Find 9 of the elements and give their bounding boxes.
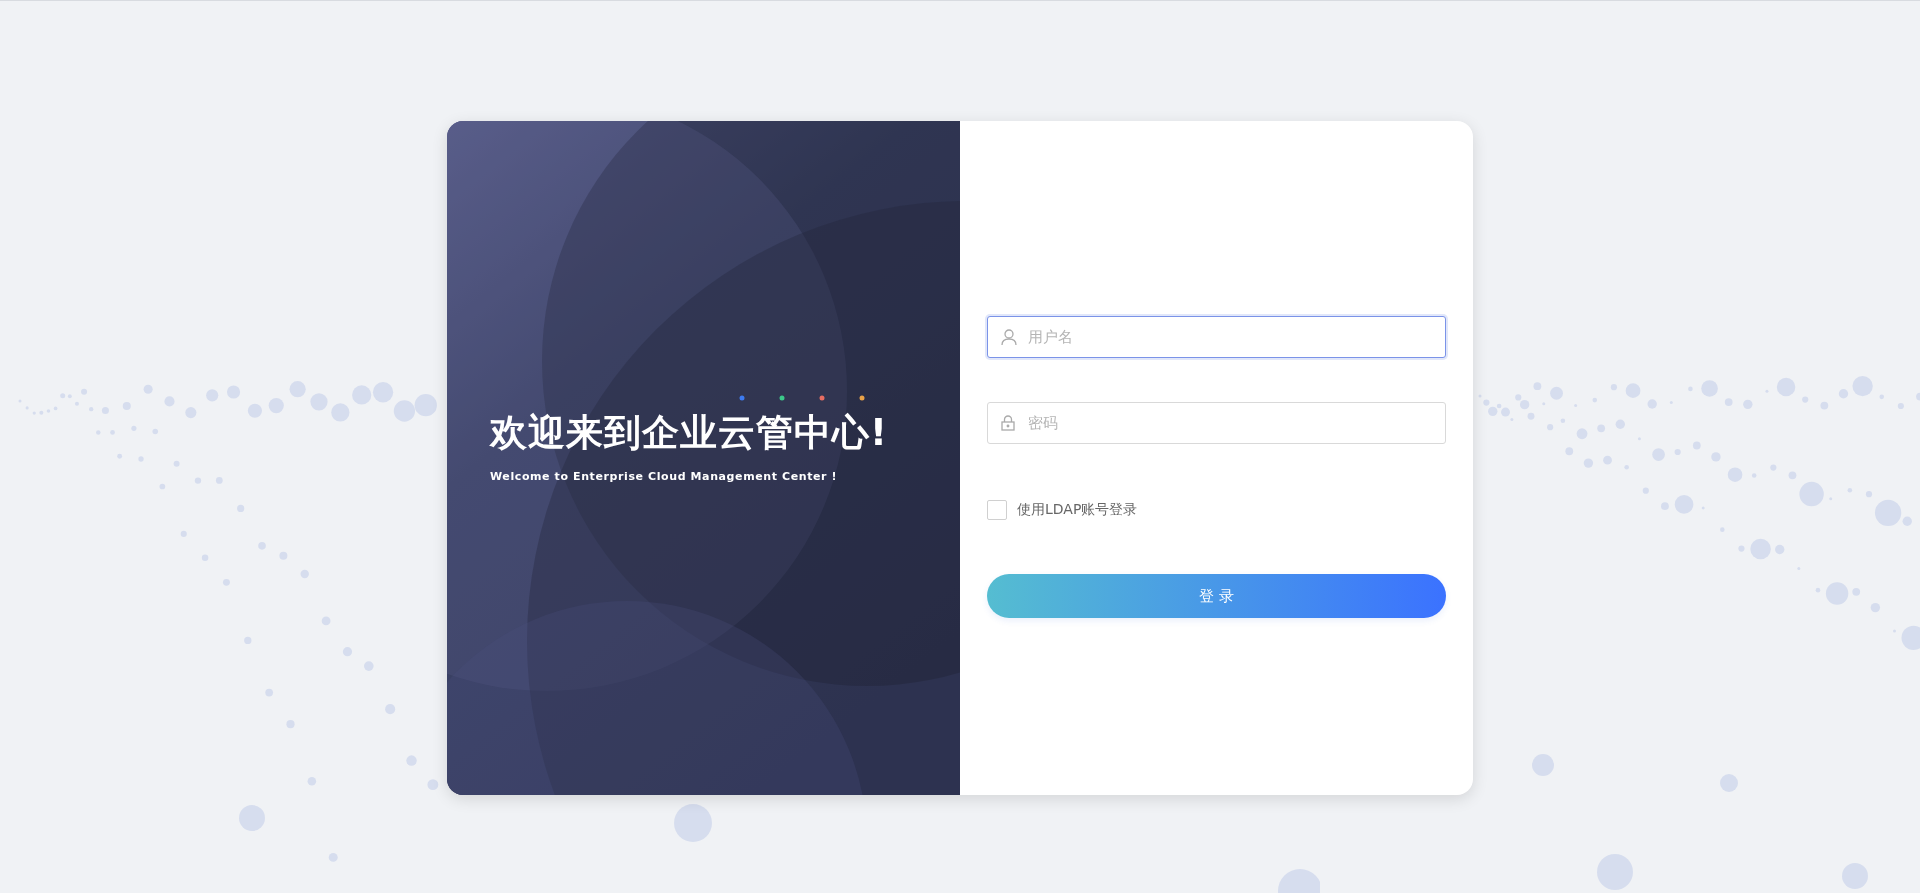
welcome-subtitle: Welcome to Enterprise Cloud Management Center ! [490,469,839,483]
welcome-title: 欢迎来到企业云管中心! [490,409,889,456]
password-field[interactable]: 密码 [987,402,1446,444]
ldap-checkbox[interactable] [987,500,1007,520]
ldap-label: 使用LDAP账号登录 [1017,501,1138,519]
user-icon [1001,329,1017,346]
username-field[interactable]: 用户名 [987,316,1446,358]
login-button[interactable]: 登 录 [987,574,1446,618]
lock-icon [1001,415,1015,431]
